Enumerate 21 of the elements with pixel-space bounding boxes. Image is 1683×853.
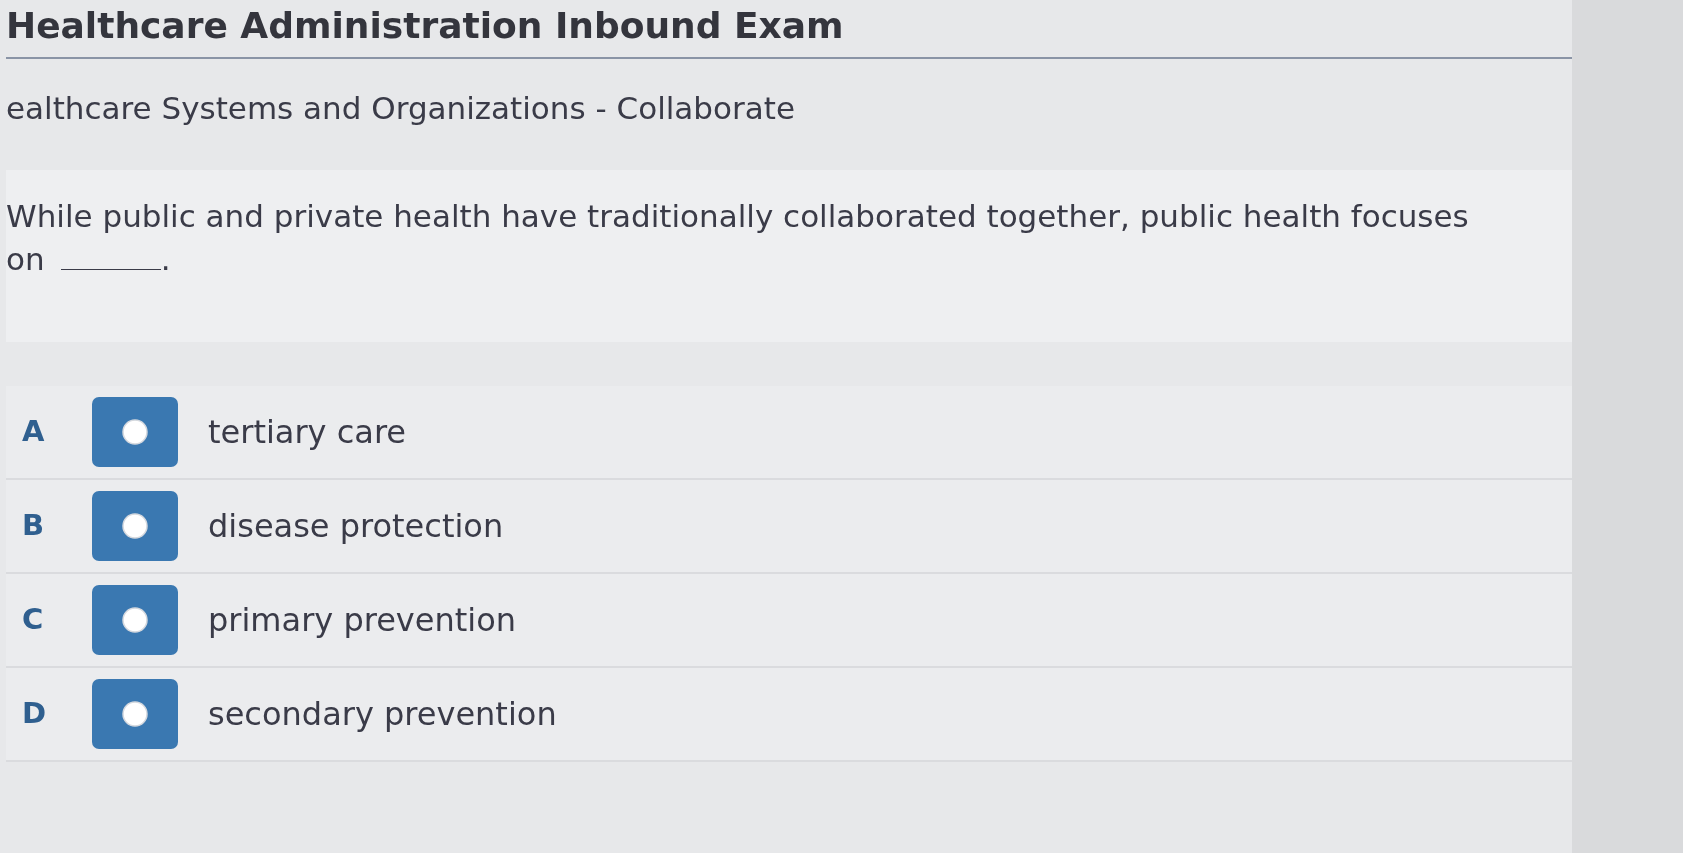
radio-button[interactable] [92,396,178,467]
radio-circle-icon [122,606,148,633]
question-text: While public and private health have traditionally collaborated together, public health focuses [6,197,1469,234]
question-period: . [160,241,171,278]
option-label: disease protection [208,505,504,547]
radio-button[interactable] [92,584,178,655]
question-text: on [6,241,45,278]
radio-circle-icon [122,700,148,727]
option-letter: B [21,506,46,544]
section-title: ealthcare Systems and Organizations - Collaborate [6,89,795,128]
radio-button[interactable] [92,490,178,561]
option-label: primary prevention [208,599,517,641]
option-letter: C [21,600,45,638]
option-label: tertiary care [208,411,407,453]
radio-circle-icon [122,418,148,445]
radio-button[interactable] [92,678,178,749]
option-letter: D [21,694,48,732]
option-label: secondary prevention [208,693,557,735]
option-letter: A [21,412,46,450]
exam-title: Healthcare Administration Inbound Exam [6,4,844,48]
radio-circle-icon [122,512,148,539]
